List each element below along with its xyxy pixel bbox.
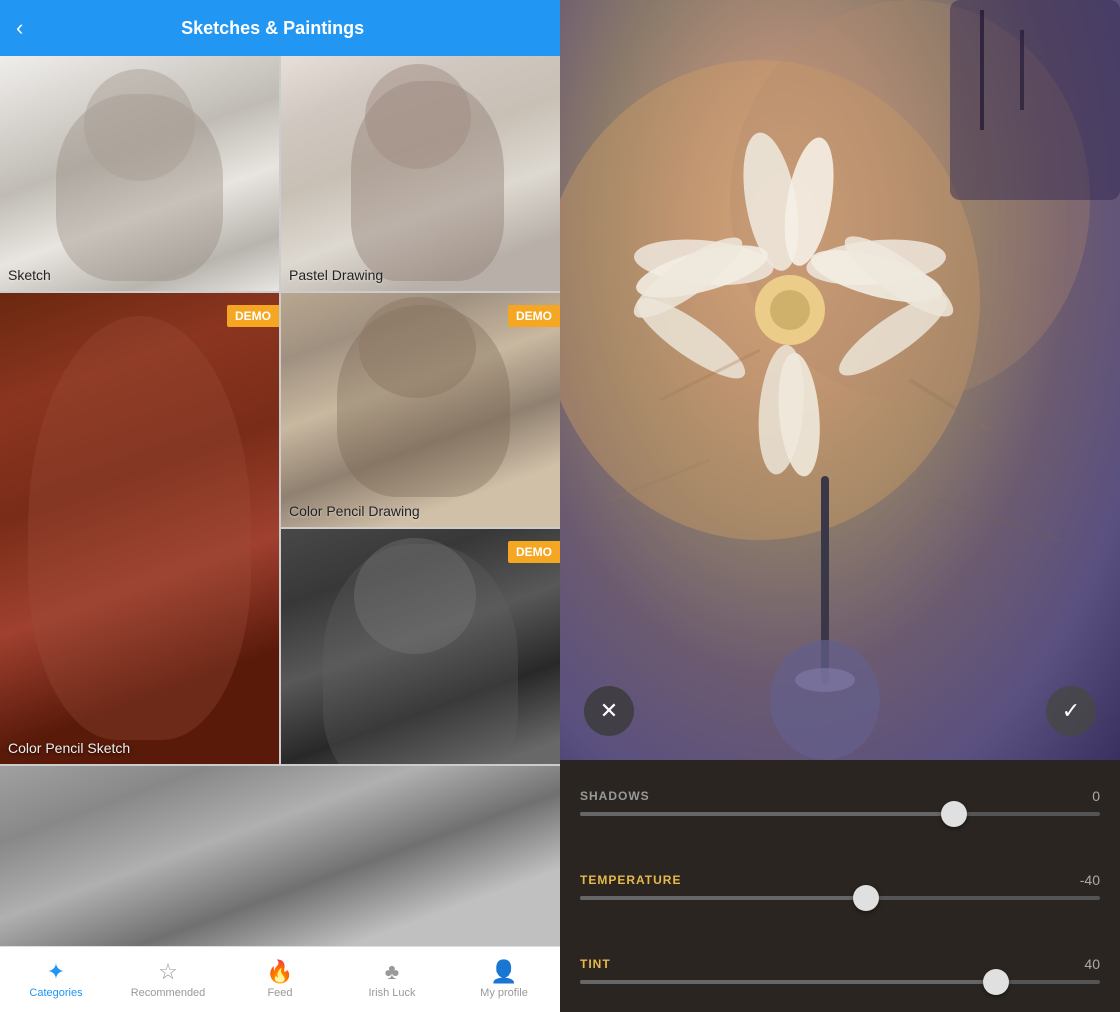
temperature-track[interactable]	[580, 896, 1100, 900]
temperature-value: -40	[1080, 872, 1100, 888]
gallery-item-color-pencil-sketch[interactable]: DEMO Color Pencil Sketch	[0, 293, 279, 764]
gallery-grid: Sketch Pastel Drawing DEMO Color Pencil …	[0, 56, 560, 946]
nav-categories[interactable]: ✦ Categories	[0, 947, 112, 1012]
gallery-item-sketch[interactable]: Sketch	[0, 56, 279, 291]
sketch-image	[0, 56, 279, 291]
temperature-control: TEMPERATURE -40	[580, 872, 1100, 900]
temperature-header: TEMPERATURE -40	[580, 872, 1100, 888]
confirm-icon: ✓	[1062, 698, 1080, 724]
nav-irish-luck[interactable]: ♣ Irish Luck	[336, 947, 448, 1012]
color-pencil-sketch-label: Color Pencil Sketch	[8, 740, 130, 756]
shadows-control: SHADOWS 0	[580, 788, 1100, 816]
pastel-image	[281, 56, 560, 291]
color-pencil-sketch-image	[0, 293, 279, 764]
shadows-fill	[580, 812, 954, 816]
pastel-label: Pastel Drawing	[289, 267, 383, 283]
right-panel: ✕ ✓ SHADOWS 0 TEMPERATURE -40	[560, 0, 1120, 1012]
nav-feed-label: Feed	[267, 987, 292, 999]
partial-image	[0, 766, 560, 946]
demo-badge-demo3: DEMO	[508, 541, 560, 563]
tint-label: TINT	[580, 957, 611, 971]
shadows-label: SHADOWS	[580, 789, 650, 803]
tint-value: 40	[1084, 956, 1100, 972]
color-pencil-drawing-label: Color Pencil Drawing	[289, 503, 420, 519]
tint-track[interactable]	[580, 980, 1100, 984]
gallery-item-color-pencil-drawing[interactable]: DEMO Color Pencil Drawing	[281, 293, 560, 528]
shadows-header: SHADOWS 0	[580, 788, 1100, 804]
image-preview: ✕ ✓	[560, 0, 1120, 760]
shadows-thumb[interactable]	[941, 801, 967, 827]
gallery-item-demo3[interactable]: DEMO	[281, 529, 560, 764]
nav-feed[interactable]: 🔥 Feed	[224, 947, 336, 1012]
page-title: Sketches & Paintings	[39, 18, 506, 39]
tint-header: TINT 40	[580, 956, 1100, 972]
header: ‹ Sketches & Paintings	[0, 0, 560, 56]
nav-my-profile-label: My profile	[480, 987, 528, 999]
nav-categories-label: Categories	[29, 987, 82, 999]
nav-irish-luck-label: Irish Luck	[368, 987, 415, 999]
temperature-thumb[interactable]	[853, 885, 879, 911]
shadows-value: 0	[1092, 788, 1100, 804]
tint-control: TINT 40	[580, 956, 1100, 984]
irish-luck-icon: ♣	[385, 961, 399, 983]
confirm-button[interactable]: ✓	[1046, 686, 1096, 736]
feed-icon: 🔥	[266, 961, 293, 983]
shadows-track[interactable]	[580, 812, 1100, 816]
cancel-button[interactable]: ✕	[584, 686, 634, 736]
nav-recommended[interactable]: ☆ Recommended	[112, 947, 224, 1012]
nav-my-profile[interactable]: 👤 My profile	[448, 947, 560, 1012]
gallery-item-pastel-drawing[interactable]: Pastel Drawing	[281, 56, 560, 291]
temperature-label: TEMPERATURE	[580, 873, 681, 887]
tint-thumb[interactable]	[983, 969, 1009, 995]
sketch-label: Sketch	[8, 267, 51, 283]
flower-svg	[560, 0, 1120, 760]
flower-background: ✕ ✓	[560, 0, 1120, 760]
demo3-image	[281, 529, 560, 764]
categories-icon: ✦	[47, 961, 65, 983]
bottom-nav: ✦ Categories ☆ Recommended 🔥 Feed ♣ Iris…	[0, 946, 560, 1012]
gallery-item-partial[interactable]	[0, 766, 560, 946]
back-button[interactable]: ‹	[16, 15, 23, 41]
nav-recommended-label: Recommended	[131, 987, 206, 999]
demo-badge-color-pencil-drawing: DEMO	[508, 305, 560, 327]
left-panel: ‹ Sketches & Paintings Sketch Pastel Dra…	[0, 0, 560, 1012]
recommended-icon: ☆	[158, 961, 178, 983]
cancel-icon: ✕	[600, 698, 618, 724]
color-pencil-drawing-image	[281, 293, 560, 528]
temperature-fill	[580, 896, 866, 900]
tint-fill	[580, 980, 996, 984]
demo-badge-color-pencil-sketch: DEMO	[227, 305, 279, 327]
my-profile-icon: 👤	[490, 961, 517, 983]
controls-panel: SHADOWS 0 TEMPERATURE -40 TINT 40	[560, 760, 1120, 1012]
